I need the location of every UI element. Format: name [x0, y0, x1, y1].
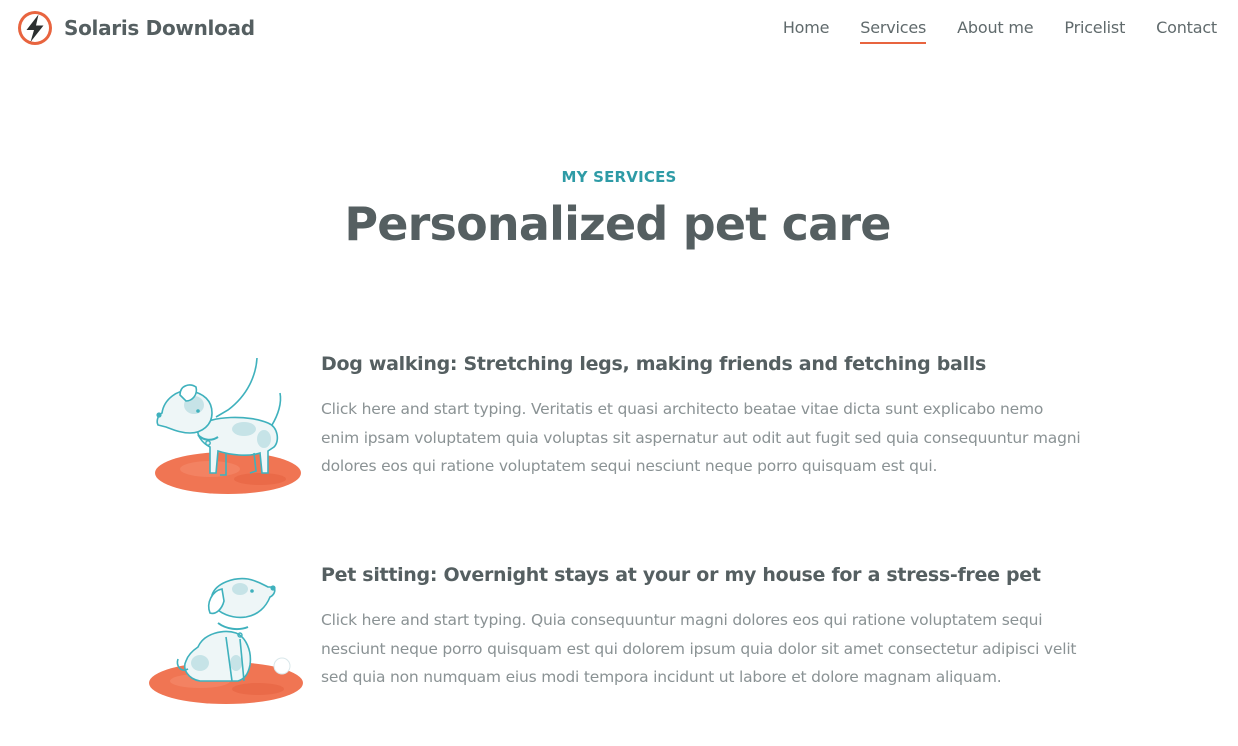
nav-about-me[interactable]: About me [957, 18, 1033, 44]
services-header: MY SERVICES Personalized pet care [0, 168, 1238, 252]
dog-on-leash-icon [140, 355, 310, 515]
service-title: Pet sitting: Overnight stays at your or … [321, 564, 1041, 586]
nav-contact[interactable]: Contact [1156, 18, 1217, 44]
brand-link[interactable]: Solaris Download [16, 9, 255, 47]
brand-name: Solaris Download [64, 16, 255, 40]
navbar: Solaris Download Home Services About me … [0, 0, 1238, 58]
service-text: Pet sitting: Overnight stays at your or … [321, 563, 1081, 692]
lightning-bolt-icon [18, 11, 52, 45]
nav-pricelist[interactable]: Pricelist [1064, 18, 1125, 44]
section-eyebrow: MY SERVICES [561, 168, 677, 186]
nav-home[interactable]: Home [783, 18, 830, 44]
section-title: Personalized pet care [344, 197, 891, 251]
service-title: Dog walking: Stretching legs, making fri… [321, 353, 986, 375]
service-description[interactable]: Click here and start typing. Quia conseq… [321, 606, 1081, 692]
nav-services[interactable]: Services [860, 18, 926, 44]
service-description[interactable]: Click here and start typing. Veritatis e… [321, 395, 1081, 481]
main-nav: Home Services About me Pricelist Contact [752, 18, 1217, 44]
service-text: Dog walking: Stretching legs, making fri… [321, 352, 1081, 481]
sitting-dog-icon [140, 573, 310, 733]
